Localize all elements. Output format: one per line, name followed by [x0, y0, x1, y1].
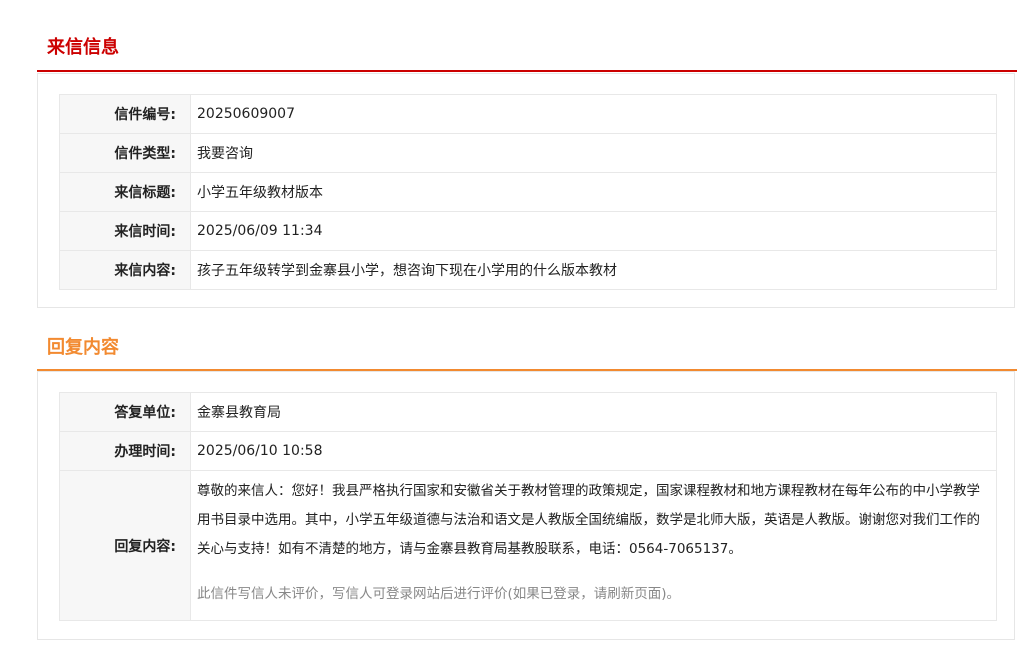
reply-content-label: 回复内容:	[59, 470, 191, 621]
letter-subject-value: 小学五年级教材版本	[190, 172, 997, 212]
reply-title: 回复内容	[47, 337, 119, 358]
reply-content-cell: 尊敬的来信人：您好！我县严格执行国家和安徽省关于教材管理的政策规定，国家课程教材…	[190, 470, 997, 621]
letter-info-divider	[37, 70, 1017, 72]
reply-table: 答复单位: 金寨县教育局 办理时间: 2025/06/10 10:58 回复内容…	[59, 392, 997, 621]
letter-type-value: 我要咨询	[190, 133, 997, 173]
table-row: 办理时间: 2025/06/10 10:58	[59, 431, 997, 471]
letter-number-label: 信件编号:	[59, 94, 191, 134]
letter-info-panel: 信件编号: 20250609007 信件类型: 我要咨询 来信标题: 小学五年级…	[37, 73, 1015, 308]
table-row: 回复内容: 尊敬的来信人：您好！我县严格执行国家和安徽省关于教材管理的政策规定，…	[59, 470, 997, 621]
reply-unit-value: 金寨县教育局	[190, 392, 997, 432]
table-row: 答复单位: 金寨县教育局	[59, 392, 997, 432]
letter-content-label: 来信内容:	[59, 250, 191, 290]
table-row: 信件类型: 我要咨询	[59, 133, 997, 173]
letter-time-value: 2025/06/09 11:34	[190, 211, 997, 251]
reply-panel: 答复单位: 金寨县教育局 办理时间: 2025/06/10 10:58 回复内容…	[37, 371, 1015, 640]
letter-subject-label: 来信标题:	[59, 172, 191, 212]
letter-info-table: 信件编号: 20250609007 信件类型: 我要咨询 来信标题: 小学五年级…	[59, 94, 997, 290]
table-row: 来信标题: 小学五年级教材版本	[59, 172, 997, 212]
reply-unit-label: 答复单位:	[59, 392, 191, 432]
reply-content-text: 尊敬的来信人：您好！我县严格执行国家和安徽省关于教材管理的政策规定，国家课程教材…	[197, 483, 980, 557]
letter-content-value: 孩子五年级转学到金寨县小学，想咨询下现在小学用的什么版本教材	[190, 250, 997, 290]
table-row: 来信内容: 孩子五年级转学到金寨县小学，想咨询下现在小学用的什么版本教材	[59, 250, 997, 290]
table-row: 来信时间: 2025/06/09 11:34	[59, 211, 997, 251]
handling-time-label: 办理时间:	[59, 431, 191, 471]
letter-type-label: 信件类型:	[59, 133, 191, 173]
evaluation-note: 此信件写信人未评价，写信人可登录网站后进行评价(如果已登录，请刷新页面)。	[197, 586, 681, 602]
letter-info-title: 来信信息	[47, 37, 119, 58]
handling-time-value: 2025/06/10 10:58	[190, 431, 997, 471]
letter-number-value: 20250609007	[190, 94, 997, 134]
letter-time-label: 来信时间:	[59, 211, 191, 251]
table-row: 信件编号: 20250609007	[59, 94, 997, 134]
